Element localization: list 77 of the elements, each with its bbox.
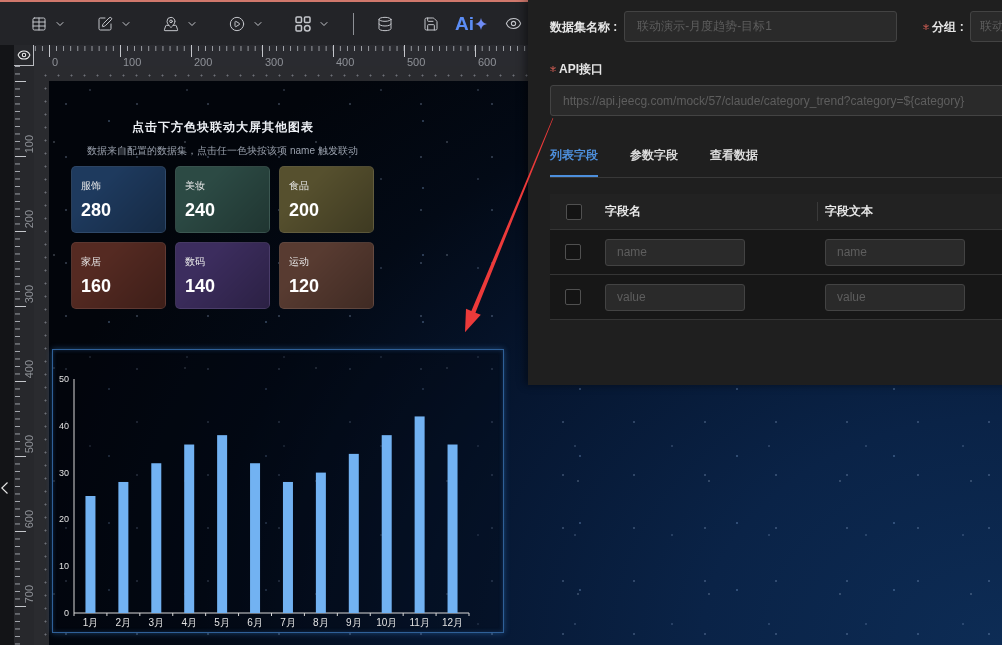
map-pin-icon — [163, 15, 179, 32]
axis-label: 9月 — [346, 617, 362, 628]
card-value: 120 — [289, 276, 320, 296]
axis-label: 11月 — [409, 617, 430, 628]
axis-label: 6月 — [247, 617, 263, 628]
collapse-button[interactable] — [0, 481, 10, 495]
tab[interactable]: 参数字段 — [630, 134, 678, 177]
chevron-left-icon — [1, 482, 8, 494]
card-value: 160 — [81, 276, 112, 296]
category-card[interactable]: 数码 140 — [175, 242, 270, 309]
play-circle-icon — [229, 15, 245, 32]
ruler-label: 400 — [24, 359, 34, 378]
ruler-label: 200 — [24, 209, 34, 228]
field-label: API接口 — [559, 62, 603, 76]
visibility-toggle-button[interactable] — [14, 45, 34, 66]
card-label: 数码 — [185, 256, 205, 268]
table-icon — [31, 15, 47, 32]
field-label: 数据集名称 : — [550, 19, 618, 34]
axis-label: 4月 — [181, 617, 197, 628]
save-icon — [423, 15, 439, 32]
card-label: 美妆 — [185, 180, 205, 192]
axis-label: 1月 — [82, 617, 99, 628]
category-card[interactable]: 家居 160 — [71, 242, 166, 309]
ruler-label: 400 — [336, 56, 355, 68]
card-value: 280 — [81, 200, 112, 220]
axis-label: 8月 — [313, 617, 329, 628]
axis-label: 10月 — [376, 617, 398, 628]
ruler-label: 100 — [123, 56, 142, 68]
card-value: 240 — [185, 200, 216, 220]
axis-label: 3月 — [148, 617, 165, 628]
checkbox[interactable] — [565, 289, 581, 305]
ruler-label: 600 — [478, 56, 497, 68]
database-icon — [377, 15, 393, 32]
ruler-label: 200 — [194, 56, 213, 68]
category-card[interactable]: 服饰 280 — [71, 166, 166, 233]
axis-label: 20 — [59, 514, 69, 525]
sparkle-icon — [475, 17, 487, 30]
card-label: 运动 — [289, 256, 309, 268]
tab[interactable]: 列表字段 — [550, 134, 598, 177]
ruler-label: 300 — [24, 284, 34, 303]
card-value: 140 — [185, 276, 216, 296]
axis-label: 5月 — [214, 617, 230, 628]
category-card[interactable]: 运动 120 — [279, 242, 374, 309]
square-pen-icon — [97, 15, 113, 32]
ruler-label: 500 — [24, 434, 34, 453]
card-label: 服饰 — [81, 180, 101, 192]
axis-label: 12月 — [442, 617, 464, 628]
tab[interactable]: 查看数据 — [710, 134, 758, 177]
column-header: 字段文本 — [825, 203, 873, 220]
ruler-label: 600 — [24, 509, 34, 528]
axis-label: 10 — [59, 561, 69, 572]
category-card[interactable]: 美妆 240 — [175, 166, 270, 233]
eye-icon — [505, 15, 522, 32]
card-label: 食品 — [289, 180, 309, 192]
eye-icon — [16, 48, 31, 62]
checkbox[interactable] — [565, 244, 581, 260]
category-card[interactable]: 食品 200 — [279, 166, 374, 233]
checkbox[interactable] — [566, 203, 582, 220]
screen-subtitle: 数据来自配置的数据集，点击任一色块按该项 name 触发联动 — [87, 144, 358, 157]
axis-label: 7月 — [280, 617, 296, 628]
axis-label: 50 — [59, 374, 69, 384]
column-header: 字段名 — [605, 203, 641, 220]
shapes-icon — [295, 15, 311, 32]
ruler-label: 0 — [52, 56, 59, 68]
ruler-label: 300 — [265, 56, 284, 68]
field-label: 分组 : — [932, 19, 964, 34]
axis-label: 2月 — [115, 617, 132, 628]
axis-label: 0 — [64, 608, 69, 618]
card-label: 家居 — [81, 256, 101, 268]
axis-label: 40 — [59, 420, 69, 431]
ruler-label: 500 — [407, 56, 426, 68]
ruler-label: 700 — [24, 584, 34, 603]
screen-title: 点击下方色块联动大屏其他图表 — [131, 119, 314, 135]
axis-label: 30 — [59, 467, 69, 478]
ruler-label: 100 — [24, 134, 34, 153]
ai-button[interactable]: Ai — [455, 10, 487, 37]
card-value: 200 — [289, 200, 320, 220]
